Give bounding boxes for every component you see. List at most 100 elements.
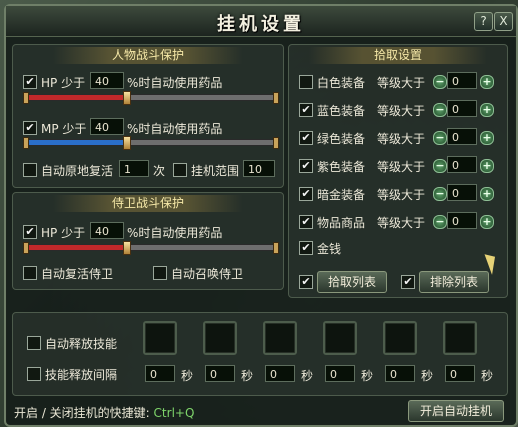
minus-icon[interactable]: − [433, 187, 447, 201]
pickup-level-input[interactable]: 0 [447, 184, 477, 201]
guard-hp-checkbox[interactable]: ✔ [23, 225, 37, 239]
guard-auto-revive-label: 自动复活侍卫 [41, 267, 114, 281]
guard-auto-revive-checkbox[interactable] [23, 266, 37, 280]
pickup-level-label: 等级大于 [377, 188, 426, 202]
idle-range-input[interactable]: 10 [243, 160, 275, 177]
guard-auto-summon-checkbox[interactable] [153, 266, 167, 280]
idle-range-checkbox[interactable] [173, 163, 187, 177]
char-mp-slider[interactable] [23, 136, 279, 150]
auto-revive-label: 自动原地复活 [41, 164, 114, 178]
auto-revive-unit: 次 [153, 164, 166, 178]
pickup-level-input[interactable]: 0 [447, 156, 477, 173]
plus-icon[interactable]: + [480, 131, 494, 145]
idle-range-label: 挂机范围 [191, 164, 240, 178]
pickup-item-checkbox[interactable]: ✔ [299, 215, 313, 229]
char-hp-slider[interactable] [23, 91, 279, 105]
char-hp-checkbox[interactable]: ✔ [23, 75, 37, 89]
minus-icon[interactable]: − [433, 131, 447, 145]
pickup-level-input[interactable]: 0 [447, 128, 477, 145]
pickup-list-button[interactable]: 拾取列表 [317, 271, 387, 293]
guard-hp-slider-right-cap [273, 242, 279, 254]
pickup-item-checkbox[interactable]: ✔ [299, 159, 313, 173]
skill-interval-input[interactable]: 0 [325, 365, 355, 382]
char-mp-checkbox[interactable]: ✔ [23, 121, 37, 135]
skill-interval-label: 技能释放间隔 [45, 368, 118, 382]
char-hp-threshold-input[interactable]: 40 [90, 72, 124, 89]
title-bar[interactable]: 挂机设置 ? X [6, 6, 516, 37]
pickup-level-input[interactable]: 0 [447, 212, 477, 229]
pickup-level-label: 等级大于 [377, 76, 426, 90]
pickup-level-input[interactable]: 0 [447, 100, 477, 117]
shortcut-key: Ctrl+Q [153, 406, 195, 420]
plus-icon[interactable]: + [480, 215, 494, 229]
pickup-item-checkbox[interactable]: ✔ [299, 103, 313, 117]
start-auto-play-button[interactable]: 开启自动挂机 [408, 400, 504, 422]
plus-icon[interactable]: + [480, 103, 494, 117]
plus-icon[interactable]: + [480, 187, 494, 201]
skill-settings-panel: 自动释放技能 技能释放间隔 0秒0秒0秒0秒0秒0秒 [12, 312, 508, 396]
pickup-list-checkbox[interactable]: ✔ [299, 275, 313, 289]
minus-icon[interactable]: − [433, 75, 447, 89]
char-mp-slider-knob[interactable] [123, 136, 131, 150]
guard-hp-label: HP 少于 [41, 226, 86, 240]
char-hp-label: HP 少于 [41, 76, 86, 90]
char-mp-label: MP 少于 [41, 122, 87, 136]
pickup-item-label: 蓝色装备 [317, 104, 366, 118]
char-hp-slider-left-cap [23, 92, 29, 104]
exclude-list-button[interactable]: 排除列表 [419, 271, 489, 293]
money-checkbox[interactable]: ✔ [299, 241, 313, 255]
close-button[interactable]: X [494, 12, 513, 31]
pickup-level-label: 等级大于 [377, 132, 426, 146]
char-hp-suffix-label: %时自动使用药品 [127, 76, 223, 90]
skill-interval-unit: 秒 [361, 369, 374, 383]
char-hp-slider-right-cap [273, 92, 279, 104]
shortcut-hint: 开启 / 关闭挂机的快捷键: Ctrl+Q [14, 404, 194, 421]
pickup-level-input[interactable]: 0 [447, 72, 477, 89]
char-mp-threshold-input[interactable]: 40 [90, 118, 124, 135]
guard-hp-slider-knob[interactable] [123, 241, 131, 255]
char-hp-slider-knob[interactable] [123, 91, 131, 105]
skill-slot[interactable] [143, 321, 177, 355]
pickup-level-label: 等级大于 [377, 160, 426, 174]
auto-skill-label: 自动释放技能 [45, 337, 118, 351]
pickup-item-label: 绿色装备 [317, 132, 366, 146]
skill-slot[interactable] [443, 321, 477, 355]
auto-skill-checkbox[interactable] [27, 336, 41, 350]
skill-slot[interactable] [383, 321, 417, 355]
minus-icon[interactable]: − [433, 159, 447, 173]
skill-interval-input[interactable]: 0 [445, 365, 475, 382]
skill-interval-input[interactable]: 0 [145, 365, 175, 382]
guard-hp-slider[interactable] [23, 241, 279, 255]
skill-interval-checkbox[interactable] [27, 367, 41, 381]
skill-slot[interactable] [263, 321, 297, 355]
skill-interval-input[interactable]: 0 [205, 365, 235, 382]
auto-play-settings-window: 挂机设置 ? X 人物战斗保护 ✔ HP 少于 40 %时自动使用药品 ✔ MP… [4, 4, 518, 427]
pickup-item-checkbox[interactable] [299, 75, 313, 89]
character-protection-panel: 人物战斗保护 ✔ HP 少于 40 %时自动使用药品 ✔ MP 少于 40 %时… [12, 44, 284, 188]
pickup-item-label: 白色装备 [317, 76, 366, 90]
char-mp-slider-fill [26, 140, 126, 145]
guard-hp-suffix-label: %时自动使用药品 [127, 226, 223, 240]
auto-revive-checkbox[interactable] [23, 163, 37, 177]
guard-hp-threshold-input[interactable]: 40 [90, 222, 124, 239]
minus-icon[interactable]: − [433, 215, 447, 229]
pickup-settings-title: 拾取设置 [309, 47, 487, 64]
exclude-list-checkbox[interactable]: ✔ [401, 275, 415, 289]
character-protection-title: 人物战斗保护 [53, 47, 243, 64]
plus-icon[interactable]: + [480, 159, 494, 173]
pickup-item-label: 暗金装备 [317, 188, 366, 202]
skill-interval-input[interactable]: 0 [385, 365, 415, 382]
help-button[interactable]: ? [474, 12, 493, 31]
plus-icon[interactable]: + [480, 75, 494, 89]
pickup-item-checkbox[interactable]: ✔ [299, 187, 313, 201]
minus-icon[interactable]: − [433, 103, 447, 117]
skill-interval-input[interactable]: 0 [265, 365, 295, 382]
guard-protection-panel: 侍卫战斗保护 ✔ HP 少于 40 %时自动使用药品 自动复活侍卫 自动召唤侍卫 [12, 192, 284, 290]
guard-protection-title: 侍卫战斗保护 [53, 195, 243, 212]
skill-slot[interactable] [203, 321, 237, 355]
pickup-item-checkbox[interactable]: ✔ [299, 131, 313, 145]
skill-slot[interactable] [323, 321, 357, 355]
guard-hp-slider-left-cap [23, 242, 29, 254]
auto-revive-count-input[interactable]: 1 [119, 160, 149, 177]
skill-interval-unit: 秒 [421, 369, 434, 383]
